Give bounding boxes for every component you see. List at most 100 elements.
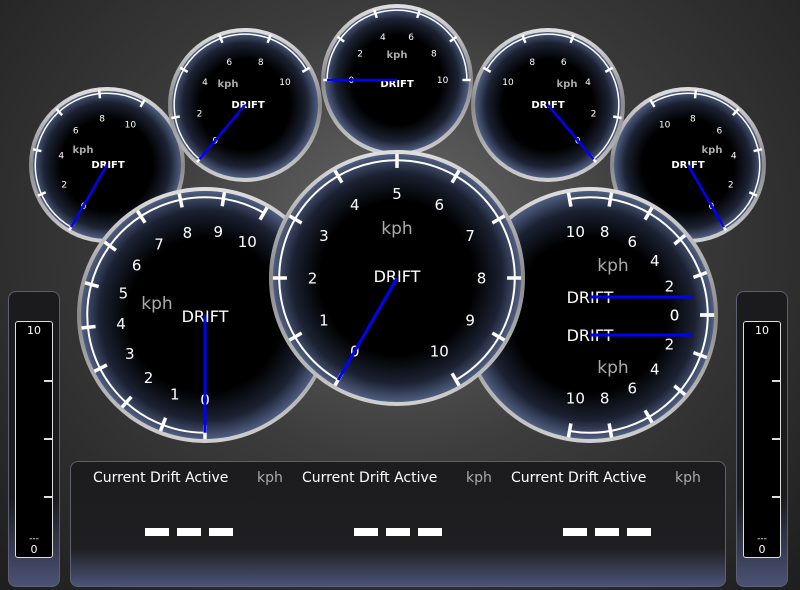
gauge-top-left: 0246810kphDRIFT [168, 28, 322, 182]
gauge-unit-label: kph [73, 145, 94, 156]
gauge-scale-label: 4 [380, 33, 386, 43]
gauge-scale-label: 7 [465, 227, 475, 245]
gauge-scale-label: 4 [731, 152, 737, 162]
gauge-scale-label: 8 [529, 58, 535, 68]
gauge-title: DRIFT [91, 160, 125, 171]
gauge-unit-label: kph [557, 79, 578, 90]
gauge-scale-label: 2 [357, 49, 363, 59]
gauge-scale-label: 7 [154, 236, 164, 254]
right-bar-gauge: 10 --- 0 [736, 291, 788, 587]
bar-tick [44, 380, 52, 382]
gauge-scale-label: 6 [627, 380, 637, 398]
bar-tick [44, 438, 52, 440]
gauge-scale-label: 8 [600, 223, 610, 241]
gauge-tick [81, 324, 96, 330]
gauge-scale-label: 10 [238, 233, 257, 251]
gauge-scale-label: 4 [650, 361, 660, 379]
gauge-scale-label: 8 [431, 49, 437, 59]
bar-tick [772, 438, 780, 440]
gauge-unit-label: kph [702, 145, 723, 156]
gauge-tick [693, 89, 698, 99]
gauge-scale-label: 10 [659, 121, 671, 131]
gauge-scale-label: 1 [319, 312, 329, 330]
gauge-scale-label: 8 [690, 115, 696, 125]
gauge-top-right: 0246810kphDRIFT [471, 28, 625, 182]
bar-tick [772, 496, 780, 498]
gauge-scale-label: 10 [430, 343, 449, 361]
bar-max-label: 10 [27, 324, 41, 337]
gauge-scale-label: 10 [437, 76, 449, 86]
gauge-scale-label: 6 [434, 196, 444, 214]
readout-title: Current Drift Active [302, 470, 438, 486]
gauge-big-center: 012345678910kphDRIFT [269, 150, 525, 406]
gauge-unit-label: kph [597, 358, 628, 378]
bar-min-label: 0 [758, 543, 766, 556]
gauge-scale-label: 8 [183, 224, 193, 242]
gauge-scale-label: 4 [585, 78, 591, 88]
readout-value-dashes [563, 528, 651, 536]
gauge-scale-label: 10 [279, 78, 291, 88]
gauge-scale-label: 2 [591, 109, 597, 119]
gauge-tick [753, 148, 763, 153]
gauge-scale-label: 3 [125, 345, 135, 363]
gauge-scale-label: 5 [392, 185, 402, 203]
readout-value-dashes [145, 528, 233, 536]
gauge-scale-label: 2 [728, 180, 734, 190]
gauge-unit-label: kph [387, 50, 408, 61]
gauge-tick [566, 423, 573, 438]
gauge-scale-label: 10 [566, 223, 585, 241]
readout-3: Current Drift Active kph [489, 462, 707, 586]
gauge-tick [220, 192, 227, 207]
gauge-scale-label: 5 [119, 285, 129, 303]
gauge-unit-label: kph [218, 79, 239, 90]
gauge-unit-label: kph [381, 219, 412, 239]
gauge-scale-label: 2 [665, 278, 675, 296]
readout-title: Current Drift Active [93, 470, 229, 486]
gauge-tick [32, 148, 42, 153]
gauge-scale-label: 2 [197, 109, 203, 119]
gauge-scale-label: 10 [566, 390, 585, 408]
readout-2: Current Drift Active kph [280, 462, 498, 586]
gauge-scale-label: 2 [308, 269, 318, 287]
gauge-scale-label: 6 [561, 58, 567, 68]
readout-panel: Current Drift Active kph Current Drift A… [70, 461, 726, 587]
gauge-top-center: 0246810kphDRIFT [321, 4, 473, 156]
gauge-scale-label: 8 [477, 269, 487, 287]
readout-unit: kph [675, 470, 701, 486]
gauge-scale-label: 6 [627, 233, 637, 251]
gauge-scale-label: 4 [650, 252, 660, 270]
bar-max-label: 10 [755, 324, 769, 337]
gauge-tick [97, 89, 102, 99]
gauge-scale-label: 9 [213, 223, 223, 241]
gauge-tick [566, 192, 573, 207]
gauge-scale-label: 6 [716, 126, 722, 136]
gauge-scale-label: 4 [116, 315, 126, 333]
gauge-scale-label: 3 [319, 227, 329, 245]
gauge-tick [612, 115, 622, 120]
gauge-scale-label: 6 [408, 33, 414, 43]
readout-value-dashes [354, 528, 442, 536]
readout-unit: kph [257, 470, 283, 486]
gauge-scale-label: 4 [58, 152, 64, 162]
gauge-scale-label: 2 [144, 369, 154, 387]
bar-min-label: 0 [30, 543, 38, 556]
left-bar-gauge: 10 --- 0 [8, 291, 60, 587]
gauge-unit-label: kph [597, 256, 628, 276]
gauge-tick [171, 115, 181, 120]
gauge-unit-label: kph [141, 294, 172, 314]
gauge-title: DRIFT [231, 100, 265, 111]
gauge-tick [607, 423, 614, 438]
gauge-scale-label: 6 [132, 257, 142, 275]
gauge-scale-label: 9 [465, 312, 475, 330]
gauge-scale-label: 2 [665, 335, 675, 353]
gauge-scale-label: 4 [350, 196, 360, 214]
gauge-scale-label: 6 [73, 126, 79, 136]
gauge-scale-label: 8 [258, 58, 264, 68]
gauge-tick [607, 192, 614, 207]
readout-title: Current Drift Active [511, 470, 647, 486]
gauge-scale-label: 4 [202, 78, 208, 88]
bar-tick [44, 496, 52, 498]
readout-unit: kph [466, 470, 492, 486]
gauge-scale-label: 8 [99, 115, 105, 125]
gauge-scale-label: 1 [170, 385, 180, 403]
